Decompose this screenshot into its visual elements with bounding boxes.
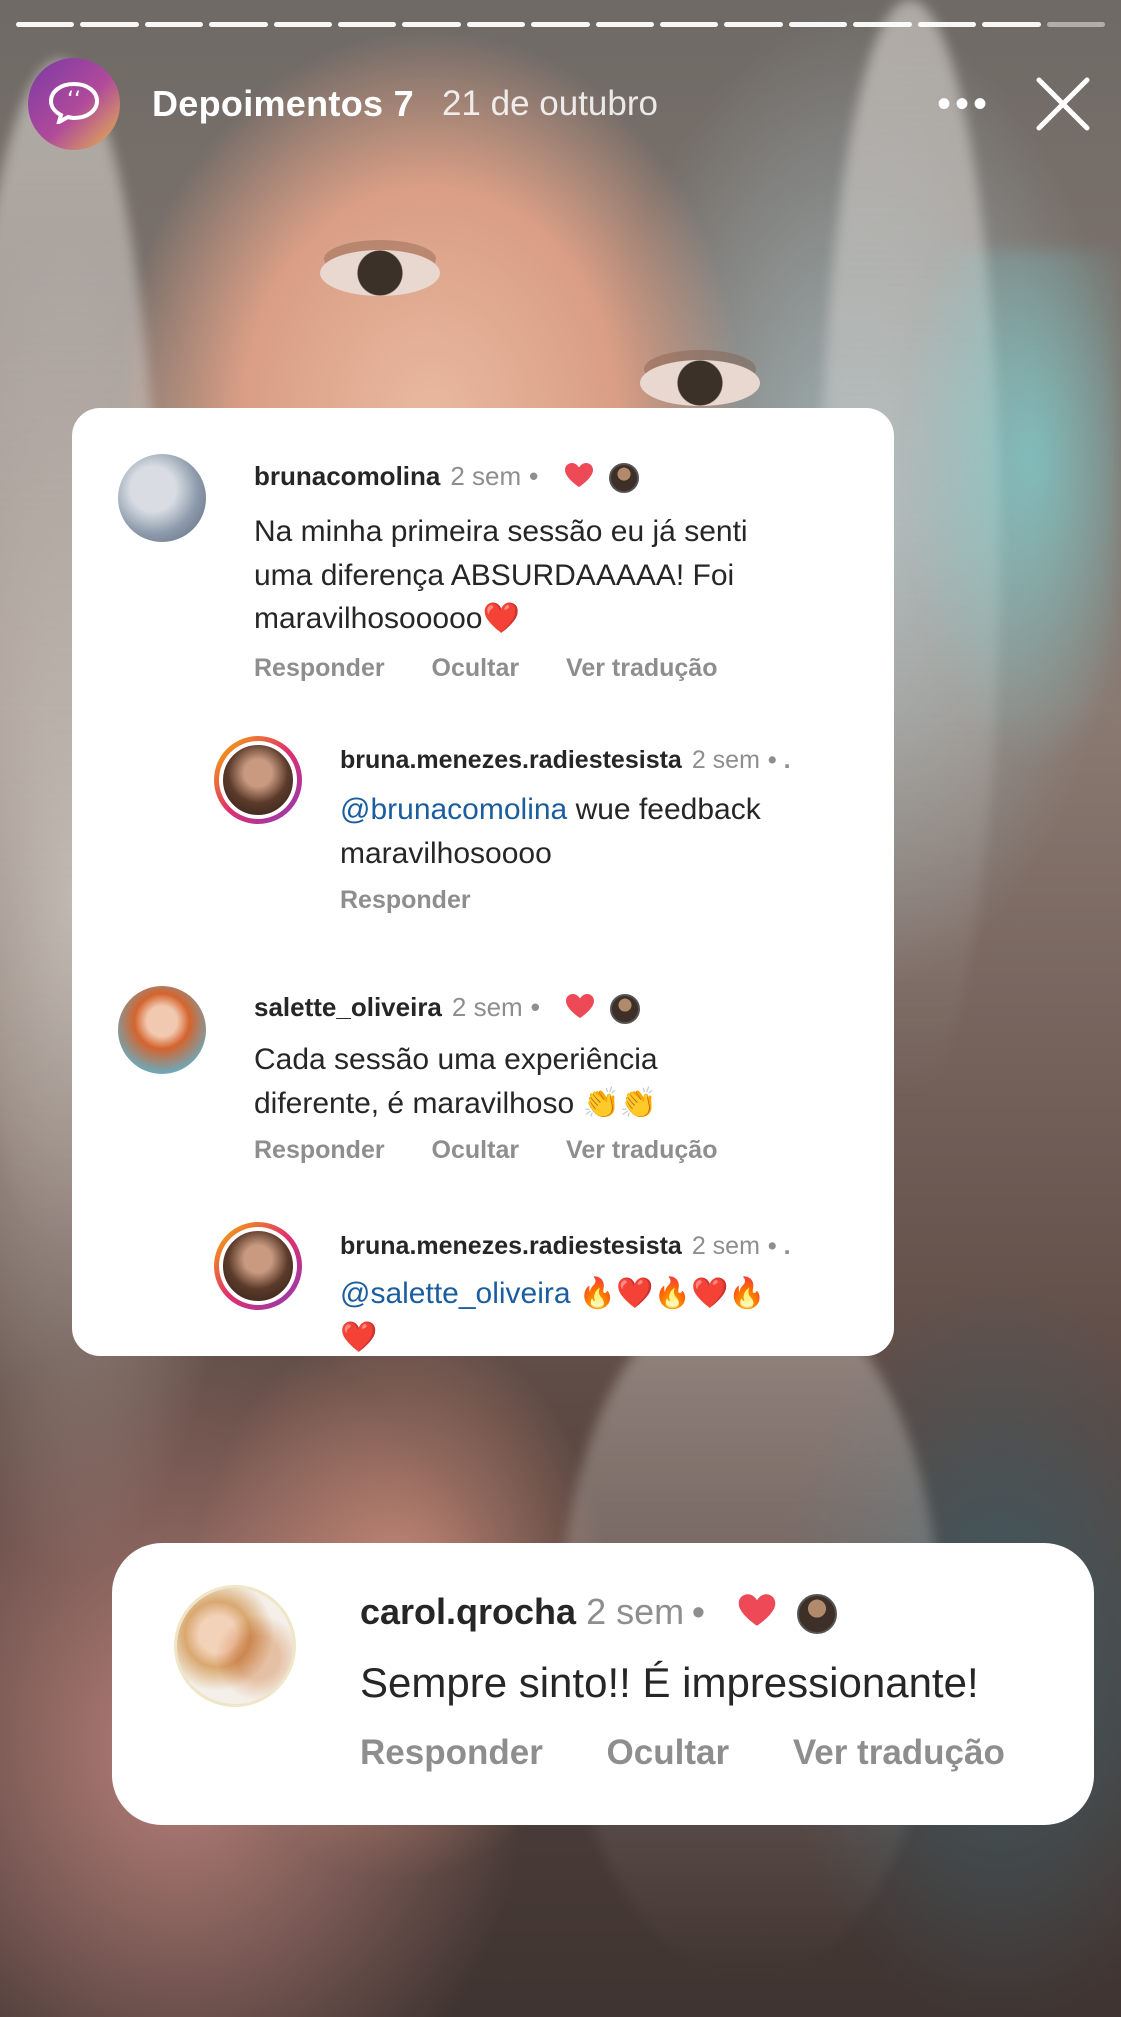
- svg-text:‘‘: ‘‘: [67, 88, 81, 113]
- avatar[interactable]: [118, 454, 206, 542]
- author-liked-avatar: [608, 463, 639, 494]
- translate-button[interactable]: Ver tradução: [566, 1136, 717, 1164]
- comment-text: @salette_oliveira 🔥❤️🔥❤️🔥 ❤️: [340, 1277, 766, 1354]
- avatar[interactable]: [118, 986, 206, 1074]
- progress-segment: [788, 22, 848, 27]
- comment-username[interactable]: salette_oliveira 2 sem •: [254, 992, 641, 1026]
- progress-segment: [80, 22, 139, 27]
- story-progress-bar: [16, 22, 1105, 27]
- comment-text: Sempre sinto!! É impressionante!: [360, 1659, 979, 1706]
- progress-segment: [660, 22, 719, 27]
- progress-segment: [1046, 22, 1105, 27]
- comment-item: salette_oliveira 2 sem • Cada sessão uma e…: [72, 978, 894, 1198]
- comment-username[interactable]: bruna.menezes.radiestesista 2 sem • .: [340, 1232, 791, 1261]
- author-liked-avatar: [796, 1594, 837, 1635]
- comment-username[interactable]: carol.qrocha 2 sem •: [360, 1591, 837, 1636]
- story-title[interactable]: Depoimentos 7: [152, 83, 414, 125]
- comment-text: @brunacomolina wue feedback maravilhosoo…: [340, 793, 761, 870]
- mention-link[interactable]: @salette_oliveira: [340, 1277, 571, 1310]
- reply-item: bruna.menezes.radiestesista 2 sem • . @bru…: [72, 728, 894, 928]
- story-date: 21 de outubro: [441, 84, 658, 123]
- reply-button[interactable]: Responder: [254, 654, 385, 682]
- progress-segment: [724, 22, 783, 27]
- hide-button[interactable]: Ocultar: [432, 654, 520, 682]
- comment-actions: Responder Ocultar Ver tradução: [254, 1136, 757, 1165]
- progress-segment: [16, 22, 75, 27]
- comment-text: Na minha primeira sessão eu já senti uma…: [254, 515, 748, 635]
- story-highlight-avatar[interactable]: ‘‘: [28, 58, 120, 150]
- progress-segment: [531, 22, 590, 27]
- progress-segment: [273, 22, 333, 27]
- mention-link[interactable]: @brunacomolina: [340, 793, 567, 826]
- progress-segment: [209, 22, 268, 27]
- avatar[interactable]: [174, 1585, 296, 1707]
- translate-button[interactable]: Ver tradução: [566, 654, 717, 682]
- comment-screenshot-card: carol.qrocha 2 sem • Sempre sinto!! É impr…: [112, 1543, 1094, 1825]
- more-options-button[interactable]: •••: [929, 84, 999, 124]
- speech-bubble-icon: ‘‘: [47, 80, 101, 129]
- comment-item: brunacomolina 2 sem • Na minha primeira se…: [72, 408, 894, 698]
- comments-screenshot-card: brunacomolina 2 sem • Na minha primeira se…: [72, 408, 894, 1356]
- progress-segment: [853, 22, 912, 27]
- comment-username[interactable]: brunacomolina 2 sem •: [254, 461, 639, 495]
- author-liked-avatar: [610, 994, 641, 1025]
- hide-button[interactable]: Ocultar: [607, 1733, 730, 1772]
- reply-item: bruna.menezes.radiestesista 2 sem • . @sal…: [72, 1208, 894, 1356]
- heart-icon[interactable]: [564, 462, 594, 495]
- heart-icon[interactable]: [737, 1593, 777, 1636]
- progress-segment: [917, 22, 977, 27]
- comment-actions: Responder Ocultar Ver tradução: [360, 1733, 1045, 1773]
- close-icon[interactable]: [1033, 74, 1093, 134]
- avatar[interactable]: [214, 1222, 302, 1310]
- reply-button[interactable]: Responder: [254, 1136, 385, 1164]
- comment-username[interactable]: bruna.menezes.radiestesista 2 sem • .: [340, 746, 791, 775]
- progress-segment: [338, 22, 397, 27]
- comment-actions: Responder: [340, 886, 511, 915]
- story-header: ‘‘ Depoimentos 7 21 de outubro •••: [28, 54, 1101, 154]
- translate-button[interactable]: Ver tradução: [793, 1733, 1005, 1772]
- reply-button[interactable]: Responder: [340, 886, 471, 914]
- hide-button[interactable]: Ocultar: [432, 1136, 520, 1164]
- comment-text: Cada sessão uma experiência diferente, é…: [254, 1043, 658, 1120]
- progress-segment: [402, 22, 461, 27]
- progress-segment: [595, 22, 655, 27]
- heart-icon[interactable]: [565, 993, 595, 1026]
- progress-segment: [982, 22, 1041, 27]
- reply-button[interactable]: Responder: [360, 1733, 543, 1772]
- avatar[interactable]: [214, 736, 302, 824]
- progress-segment: [466, 22, 526, 27]
- comment-actions: Responder Ocultar Ver tradução: [254, 654, 757, 683]
- progress-segment: [144, 22, 204, 27]
